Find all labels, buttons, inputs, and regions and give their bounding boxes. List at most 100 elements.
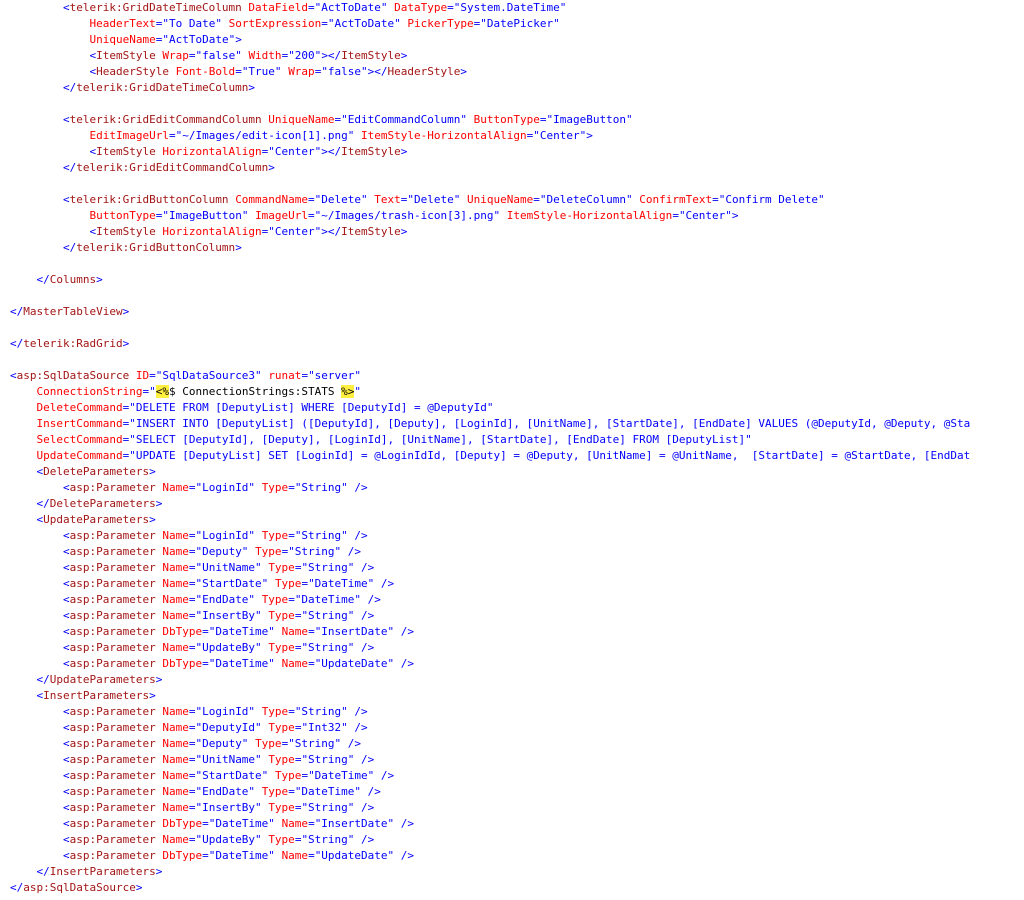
delimiter: < (10, 785, 70, 798)
code-line: </Columns> (10, 272, 1024, 288)
tag-name: asp:Parameter (69, 593, 156, 606)
attribute-name: Name (162, 801, 189, 814)
attribute-value: "StartDate" (195, 769, 269, 782)
delimiter: = (321, 17, 328, 30)
tag-name: asp:Parameter (69, 721, 156, 734)
delimiter: < (10, 737, 70, 750)
delimiter: < (10, 49, 97, 62)
tag-name: asp:Parameter (69, 577, 156, 590)
attribute-name: Name (162, 833, 189, 846)
delimiter: < (10, 561, 70, 574)
tag-name: telerik:GridDateTimeColumn (69, 1, 242, 14)
delimiter: > (235, 33, 242, 46)
tag-name: DeleteParameters (43, 465, 150, 478)
delimiter: ></ (321, 49, 342, 62)
attribute-value: "String" (294, 705, 348, 718)
tag-name: asp:Parameter (69, 657, 156, 670)
delimiter: = (202, 657, 209, 670)
attribute-value: "Confirm Delete" (718, 193, 825, 206)
attribute-value: "String" (288, 737, 342, 750)
plain-text (268, 577, 275, 590)
tag-name: asp:Parameter (69, 833, 156, 846)
plain-text (10, 17, 89, 30)
delimiter: < (10, 609, 70, 622)
attribute-name: DbType (162, 625, 203, 638)
attribute-name: Type (261, 785, 289, 798)
plain-text (341, 545, 348, 558)
code-line: </telerik:RadGrid> (10, 336, 1024, 352)
attribute-name: Wrap (162, 49, 189, 62)
plain-text (275, 817, 282, 830)
delimiter: /> (367, 785, 381, 798)
attribute-value: "UnitName" (195, 753, 262, 766)
tag-name: telerik:GridButtonColumn (69, 193, 229, 206)
code-line: DeleteCommand="DELETE FROM [DeputyList] … (10, 400, 1024, 416)
code-line: <asp:Parameter Name="DeputyId" Type="Int… (10, 720, 1024, 736)
tag-name: MasterTableView (23, 305, 123, 318)
delimiter: < (10, 1, 70, 14)
attribute-value: "LoginId" (195, 705, 256, 718)
delimiter: = (168, 129, 176, 142)
attribute-value: "Center" (268, 145, 322, 158)
delimiter: > (155, 497, 163, 510)
plain-text (394, 625, 401, 638)
attribute-name: Name (162, 561, 189, 574)
delimiter: = (308, 193, 315, 206)
code-line: <asp:Parameter Name="InsertBy" Type="Str… (10, 800, 1024, 816)
code-line: <UpdateParameters> (10, 512, 1024, 528)
plain-text (394, 849, 401, 862)
attribute-value: "~/Images/edit-icon[1].png" (175, 129, 355, 142)
code-line: <telerik:GridEditCommandColumn UniqueNam… (10, 112, 1024, 128)
attribute-value: "InsertBy" (195, 609, 262, 622)
attribute-value: " (149, 385, 156, 398)
code-editor[interactable]: <telerik:GridDateTimeColumn DataField="A… (10, 0, 1024, 900)
attribute-name: SelectCommand (36, 433, 123, 446)
attribute-name: Type (268, 561, 295, 574)
delimiter: /> (400, 625, 415, 638)
attribute-name: SortExpression (228, 17, 322, 30)
delimiter: < (10, 689, 44, 702)
tag-name: DeleteParameters (49, 497, 156, 510)
delimiter: > (122, 337, 130, 350)
attribute-name: Type (255, 737, 282, 750)
tag-name: telerik:GridEditCommandColumn (69, 113, 262, 126)
attribute-value: "String" (301, 641, 355, 654)
delimiter: /> (361, 833, 375, 846)
highlighted-token: %> (341, 385, 355, 398)
attribute-value: "DateTime" (208, 625, 275, 638)
delimiter: = (672, 209, 679, 222)
tag-name: HeaderStyle (96, 65, 169, 78)
attribute-name: ImageUrl (255, 209, 309, 222)
attribute-name: Name (281, 849, 309, 862)
attribute-name: Name (281, 625, 309, 638)
tag-name: telerik:GridEditCommandColumn (76, 161, 269, 174)
attribute-value: "UPDATE [DeputyList] SET [LoginId] = @Lo… (129, 449, 971, 462)
attribute-value: "InsertDate" (314, 625, 395, 638)
plain-text (275, 625, 282, 638)
delimiter: = (308, 1, 315, 14)
attribute-name: UniqueName (89, 33, 156, 46)
delimiter: </ (10, 881, 24, 894)
attribute-value: "~/Images/trash-icon[3].png" (314, 209, 501, 222)
delimiter: > (268, 161, 275, 174)
delimiter: < (10, 833, 70, 846)
attribute-name: Name (281, 817, 309, 830)
attribute-name: Wrap (288, 65, 315, 78)
code-line: ButtonType="ImageButton" ImageUrl="~/Ima… (10, 208, 1024, 224)
code-line: </telerik:GridButtonColumn> (10, 240, 1024, 256)
tag-name: Columns (49, 273, 97, 286)
delimiter: </ (10, 673, 50, 686)
plain-text (275, 657, 282, 670)
delimiter: < (10, 641, 70, 654)
attribute-value: "SqlDataSource3" (155, 369, 262, 382)
delimiter: < (10, 817, 70, 830)
plain-text (10, 209, 89, 222)
plain-text (374, 769, 381, 782)
plain-text (255, 529, 262, 542)
code-line: ConnectionString="<%$ ConnectionStrings:… (10, 384, 1024, 400)
delimiter: > (122, 305, 130, 318)
tag-name: asp:SqlDataSource (16, 369, 130, 382)
delimiter: /> (361, 801, 375, 814)
delimiter: > (149, 689, 156, 702)
